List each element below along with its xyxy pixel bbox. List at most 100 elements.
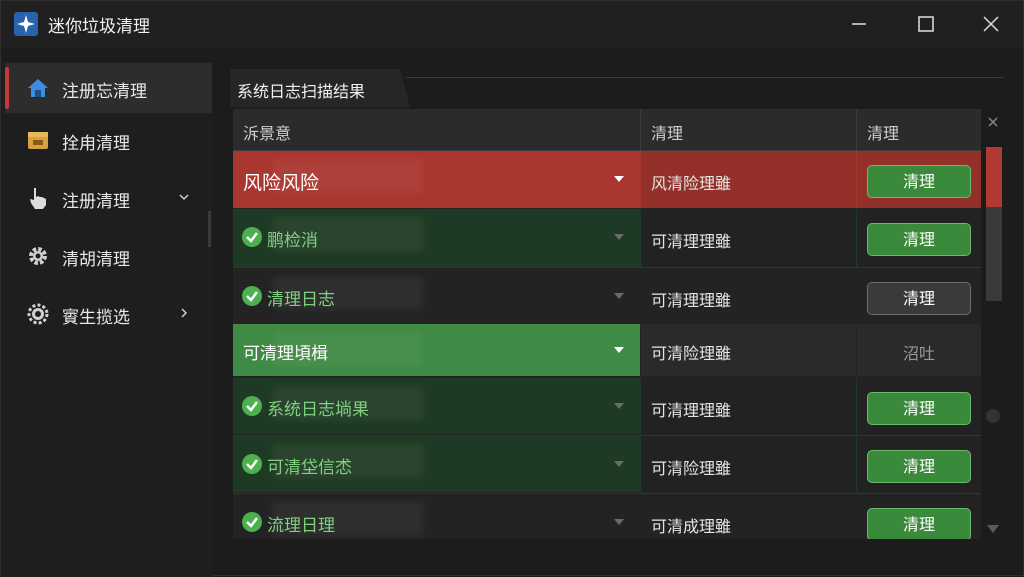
sidebar-item-label: 注册忘清理 [62,82,147,102]
row-action-cell: 清理 [857,268,981,324]
row-status-cell: 可清理理雖 [641,378,856,434]
row-name-cell[interactable]: 可清垈信怸 [233,436,640,492]
sidebar-item-cleanup-4[interactable]: 清胡清理 [5,231,212,281]
row-action-text: 沼吐 [902,344,935,363]
table-row[interactable]: 流理日理 可清成理雖 清理 [233,494,981,539]
dropdown-arrow-icon[interactable] [614,293,624,299]
row-action-cell: 清理 [857,378,981,434]
row-action-cell: 清理 [857,151,981,208]
row-action-cell: 清理 [857,494,981,539]
maximize-icon [918,16,934,32]
clean-button[interactable]: 清理 [867,282,971,315]
table-row[interactable]: 风险风险 风清险理雖 清理 [233,151,981,208]
column-header-status[interactable]: 清理 [651,120,683,144]
row-status: 可清成理雖 [651,517,732,536]
row-status: 风清险理雖 [651,174,732,193]
maximize-button[interactable] [898,5,954,43]
dropdown-arrow-icon[interactable] [614,176,624,182]
column-header-action[interactable]: 清理 [867,120,899,144]
row-status-cell: 可清理理雖 [641,268,856,324]
gear-icon [29,247,47,265]
table-row[interactable]: 系统日志埫果 可清理理雖 清理 [233,378,981,434]
clean-button[interactable]: 清理 [867,165,971,198]
row-name: 鹏检消 [267,231,318,251]
active-indicator [5,67,9,109]
column-header-name[interactable]: 泝景意 [243,120,291,144]
row-name: 可清垈信怸 [267,458,352,478]
row-name-cell[interactable]: 系统日志埫果 [233,378,640,434]
row-status-cell: 可清险理雖 [641,436,856,492]
row-name: 可清理頃楫 [243,344,328,364]
dropdown-arrow-icon[interactable] [614,461,624,467]
dropdown-arrow-icon[interactable] [614,403,624,409]
dropdown-arrow-icon[interactable] [614,347,624,353]
gear-circle-icon [27,303,49,325]
row-name-cell[interactable]: 风险风险 [233,151,640,208]
column-separator [640,109,641,151]
check-circle-icon [242,286,262,306]
sidebar-item-cleanup-2[interactable]: 拴甪清理 [5,115,212,165]
results-table: 泝景意 清理 清理 风险风险 风清险理雖 清理 鹏检消 可清理理雖 清理 清理日… [233,109,981,539]
panel-divider [406,77,1004,78]
row-status: 可清险理雖 [651,459,732,478]
window-title: 迷你垃圾清理 [48,17,150,37]
sidebar-item-label: 注册清理 [62,192,130,212]
minimize-button[interactable] [831,5,887,43]
sidebar-item-label: 拴甪清理 [62,134,130,154]
close-button[interactable] [963,5,1019,43]
app-window: 迷你垃圾清理 注册忘清理 拴甪清理 注册清理 清胡清理 賨生揽选 系统日志扫描结… [0,0,1024,577]
chevron-right-icon [181,308,188,318]
row-name-cell[interactable]: 流理日理 [233,494,640,539]
table-row[interactable]: 可清垈信怸 可清险理雖 清理 [233,436,981,492]
clean-button[interactable]: 清理 [867,508,971,539]
minimize-icon [852,23,866,25]
sidebar-item-options[interactable]: 賨生揽选 [5,289,212,339]
scroll-highlight [986,147,1002,207]
dropdown-arrow-icon[interactable] [614,519,624,525]
clean-button[interactable]: 清理 [867,392,971,425]
row-action-cell: 清理 [857,436,981,492]
row-status: 可清理理雖 [651,401,732,420]
table-header: 泝景意 清理 清理 [233,109,981,151]
scroll-dot-icon [986,409,1000,423]
app-logo-icon [14,12,38,36]
close-icon [983,16,999,32]
hand-pointer-icon [30,188,46,209]
title-bar: 迷你垃圾清理 [1,1,1023,47]
scroll-down-arrow-icon[interactable] [987,525,999,533]
chevron-down-icon [179,194,189,201]
collapse-icon[interactable] [986,115,1000,129]
check-circle-icon [242,512,262,532]
sidebar-item-registry[interactable]: 注册清理 [5,173,212,223]
row-status-cell: 可清成理雖 [641,494,856,539]
row-name-cell[interactable]: 可清理頃楫 [233,324,640,376]
table-row[interactable]: 鹏检消 可清理理雖 清理 [233,209,981,267]
row-name: 风险风险 [243,172,320,194]
clean-button[interactable]: 清理 [867,223,971,256]
clean-button[interactable]: 清理 [867,450,971,483]
row-status: 可清理理雖 [651,232,732,251]
row-action-cell: 清理 [857,209,981,267]
table-row[interactable]: 清理日志 可清理理雖 清理 [233,268,981,324]
row-status-cell: 可清险理雖 [641,324,856,376]
row-status-cell: 可清理理雖 [641,209,856,267]
row-name: 系统日志埫果 [267,400,369,420]
row-status: 可清险理雖 [651,344,732,363]
panel-title: 系统日志扫描结果 [237,82,366,101]
table-row[interactable]: 可清理頃楫 可清险理雖 沼吐 [233,324,981,376]
check-circle-icon [242,396,262,416]
box-icon [28,132,48,149]
sidebar: 注册忘清理 拴甪清理 注册清理 清胡清理 賨生揽选 [1,61,213,577]
column-separator [856,109,857,151]
sidebar-item-label: 清胡清理 [62,250,130,270]
sidebar-item-registry-cleanup[interactable]: 注册忘清理 [5,63,212,113]
row-status: 可清理理雖 [651,291,732,310]
home-icon [28,79,48,97]
dropdown-arrow-icon[interactable] [614,234,624,240]
row-name-cell[interactable]: 清理日志 [233,268,640,324]
row-name: 清理日志 [267,290,335,310]
scroll-thumb[interactable] [986,207,1002,301]
row-name-cell[interactable]: 鹏检消 [233,209,640,267]
sidebar-item-label: 賨生揽选 [62,308,130,328]
row-status-cell: 风清险理雖 [641,151,856,208]
